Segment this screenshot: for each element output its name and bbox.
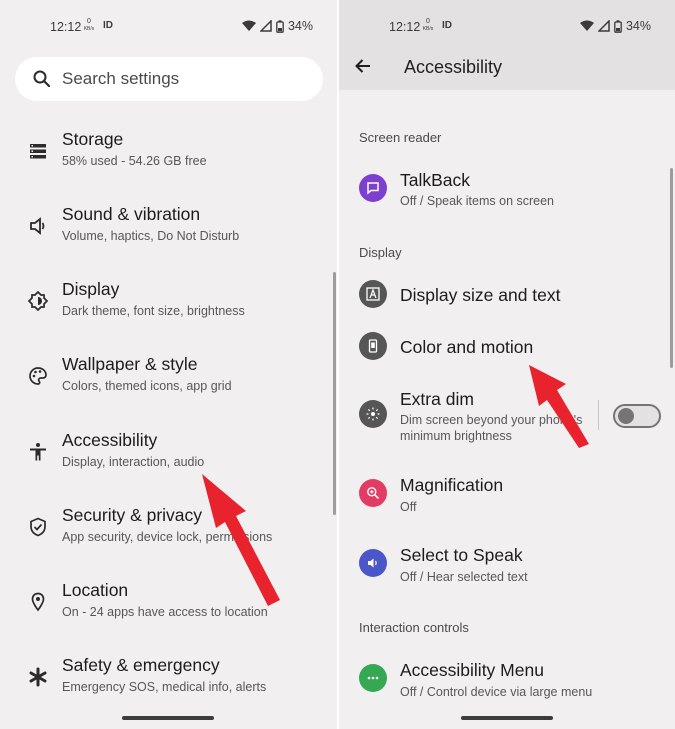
phone-icon [359,332,387,360]
speaker-icon [30,217,45,235]
color-motion-item[interactable]: Color and motion [339,326,675,370]
item-subtitle: Off / Control device via large menu [400,685,593,699]
item-subtitle: Off / Speak items on screen [400,194,555,208]
item-title: Security & privacy [62,505,203,525]
status-icons: 34% [579,19,651,33]
item-title: Extra dim [400,389,474,409]
home-indicator[interactable] [461,716,553,720]
settings-item-accessibility[interactable]: Accessibility Display, interaction, audi… [0,420,337,484]
settings-item-safety[interactable]: Safety & emergency Emergency SOS, medica… [0,645,337,709]
settings-item-display[interactable]: Display Dark theme, font size, brightnes… [0,269,337,333]
item-title: Display size and text [400,285,561,305]
section-header-display: Display [359,245,402,260]
extra-dim-toggle[interactable] [613,404,661,428]
dim-icon [359,400,387,428]
speak-icon [359,549,387,577]
talkback-icon [359,174,387,202]
battery-percent: 34% [625,19,651,33]
brightness-icon [28,291,48,311]
settings-item-security[interactable]: Security & privacy App security, device … [0,495,337,559]
shield-icon [30,517,46,537]
wifi-icon [241,20,256,31]
notification-icon: ID [103,20,113,31]
section-header-screen-reader: Screen reader [359,130,442,145]
menu-dots-icon [359,664,387,692]
item-title: Accessibility Menu [400,660,544,680]
back-arrow-icon[interactable] [353,56,373,76]
select-to-speak-item[interactable]: Select to Speak Off / Hear selected text [339,534,675,594]
item-title: Display [62,279,120,299]
accessibility-menu-item[interactable]: Accessibility Menu Off / Control device … [339,649,675,709]
display-size-text-item[interactable]: Display size and text [339,274,675,318]
item-subtitle: Colors, themed icons, app grid [62,379,232,393]
battery-icon [276,19,284,33]
asterisk-icon [29,667,47,687]
search-icon [33,70,51,88]
item-subtitle: Dim screen beyond your phone's minimum b… [400,413,583,443]
status-time: 12:12 [389,20,421,34]
item-title: Wallpaper & style [62,354,198,374]
toggle-knob [618,408,634,424]
section-header-interaction: Interaction controls [359,620,469,635]
item-subtitle: Off [400,500,417,514]
signal-icon [597,20,610,32]
notification-icon: ID [442,20,452,31]
status-bar: 12:12 0 KB/s ID 34% [0,0,337,52]
status-bar: 12:12 0 KB/s ID 34% [339,0,675,52]
settings-item-location[interactable]: Location On - 24 apps have access to loc… [0,570,337,634]
item-title: Storage [62,129,124,149]
settings-screen: 12:12 0 KB/s ID 34% Search settings Stora… [0,0,337,729]
magnifier-icon [359,479,387,507]
item-subtitle: Display, interaction, audio [62,455,205,469]
item-title: Magnification [400,475,504,495]
search-placeholder: Search settings [62,69,180,88]
item-title: Location [62,580,129,600]
settings-item-wallpaper[interactable]: Wallpaper & style Colors, themed icons, … [0,344,337,408]
location-pin-icon [31,592,45,612]
item-subtitle: Off / Hear selected text [400,570,528,584]
page-title: Accessibility [404,57,503,77]
item-title: Sound & vibration [62,204,201,224]
text-size-icon [359,280,387,308]
item-subtitle: Dark theme, font size, brightness [62,304,245,318]
storage-icon [30,144,46,159]
magnification-item[interactable]: Magnification Off [339,464,675,524]
accessibility-icon [30,443,46,461]
scrollbar[interactable] [670,168,673,368]
palette-icon [29,367,47,385]
item-subtitle: Volume, haptics, Do Not Disturb [62,229,240,243]
accessibility-screen: Accessibility 12:12 0 KB/s ID 34% Screen … [339,0,675,729]
item-title: Color and motion [400,337,534,357]
battery-percent: 34% [287,19,313,33]
toggle-separator [598,400,599,430]
network-speed: 0 KB/s [83,18,95,32]
item-subtitle: 58% used - 54.26 GB free [62,154,207,168]
network-speed: 0 KB/s [422,18,434,32]
item-title: Select to Speak [400,545,523,565]
status-time: 12:12 [50,20,82,34]
status-icons: 34% [241,19,313,33]
item-title: Accessibility [62,430,158,450]
item-title: TalkBack [400,170,471,190]
signal-icon [259,20,272,32]
item-title: Safety & emergency [62,655,220,675]
home-indicator[interactable] [122,716,214,720]
talkback-item[interactable]: TalkBack Off / Speak items on screen [339,160,675,220]
wifi-icon [579,20,594,31]
item-subtitle: App security, device lock, permissions [62,530,273,544]
item-subtitle: On - 24 apps have access to location [62,605,268,619]
settings-item-sound[interactable]: Sound & vibration Volume, haptics, Do No… [0,194,337,258]
search-input[interactable]: Search settings [15,57,323,101]
settings-item-storage[interactable]: Storage 58% used - 54.26 GB free [0,119,337,183]
battery-icon [614,19,622,33]
item-subtitle: Emergency SOS, medical info, alerts [62,680,267,694]
scrollbar[interactable] [333,272,336,515]
